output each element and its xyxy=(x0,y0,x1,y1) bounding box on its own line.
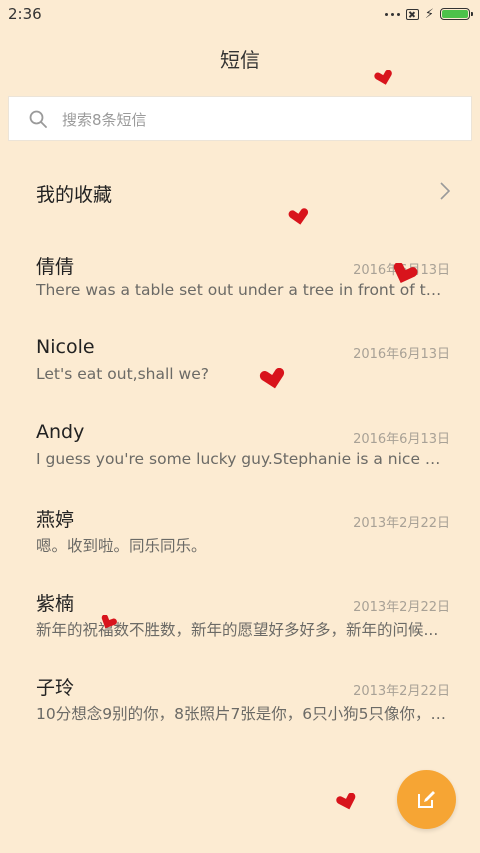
chevron-right-icon xyxy=(440,182,450,200)
search-input[interactable]: 搜索8条短信 xyxy=(62,109,147,130)
compose-icon xyxy=(418,791,435,808)
conversation-item[interactable]: Nicole 2016年6月13日 Let's eat out,shall we… xyxy=(0,334,480,418)
message-date: 2013年2月22日 xyxy=(353,600,450,616)
heart-icon xyxy=(393,263,418,284)
conversation-item[interactable]: 燕婷 2013年2月22日 嗯。收到啦。同乐同乐。 xyxy=(0,503,480,587)
status-bar: 2:36 ⚡ xyxy=(0,0,480,28)
message-preview: 嗯。收到啦。同乐同乐。 xyxy=(36,536,207,555)
page-title: 短信 xyxy=(220,48,260,72)
status-time: 2:36 xyxy=(8,5,42,23)
contact-name: 紫楠 xyxy=(36,593,75,616)
favorites-label: 我的收藏 xyxy=(36,184,113,206)
message-preview: I guess you're some lucky guy.Stephanie … xyxy=(36,449,450,468)
conversation-item[interactable]: Andy 2016年6月13日 I guess you're some luck… xyxy=(0,419,480,503)
message-date: 2013年2月22日 xyxy=(353,515,450,531)
message-preview: Let's eat out,shall we? xyxy=(36,365,209,384)
heart-icon xyxy=(288,208,309,225)
message-date: 2016年6月13日 xyxy=(353,347,450,363)
message-date: 2013年2月22日 xyxy=(353,684,450,700)
message-preview: There was a table set out under a tree i… xyxy=(36,281,450,299)
conversation-item[interactable]: 子玲 2013年2月22日 10分想念9别的你，8张照片7张是你，6只小狗5只像… xyxy=(0,671,480,755)
status-icons: ⚡ xyxy=(384,6,473,22)
no-sim-icon xyxy=(405,8,419,20)
message-preview: 10分想念9别的你，8张照片7张是你，6只小狗5只像你，4... xyxy=(36,705,450,724)
contact-name: 燕婷 xyxy=(36,508,75,531)
search-icon xyxy=(29,110,47,128)
contact-name: 倩倩 xyxy=(36,256,75,278)
heart-icon xyxy=(101,615,117,629)
contact-name: 子玲 xyxy=(36,677,75,700)
favorites-row[interactable]: 我的收藏 xyxy=(0,160,480,224)
conversation-list: 倩倩 2016年6月13日 There was a table set out … xyxy=(0,250,480,756)
compose-button[interactable] xyxy=(397,770,456,829)
contact-name: Nicole xyxy=(36,336,95,359)
heart-icon xyxy=(374,70,392,85)
charging-icon: ⚡ xyxy=(424,6,434,22)
conversation-item[interactable]: 紫楠 2013年2月22日 新年的祝福数不胜数，新年的愿望好多好多，新年的问候.… xyxy=(0,587,480,671)
search-bar[interactable]: 搜索8条短信 xyxy=(8,96,472,141)
heart-icon xyxy=(336,793,356,810)
battery-icon xyxy=(440,8,473,20)
message-date: 2016年6月13日 xyxy=(353,431,450,447)
contact-name: Andy xyxy=(36,420,85,443)
more-dots-icon xyxy=(384,12,400,16)
heart-icon xyxy=(259,368,285,389)
